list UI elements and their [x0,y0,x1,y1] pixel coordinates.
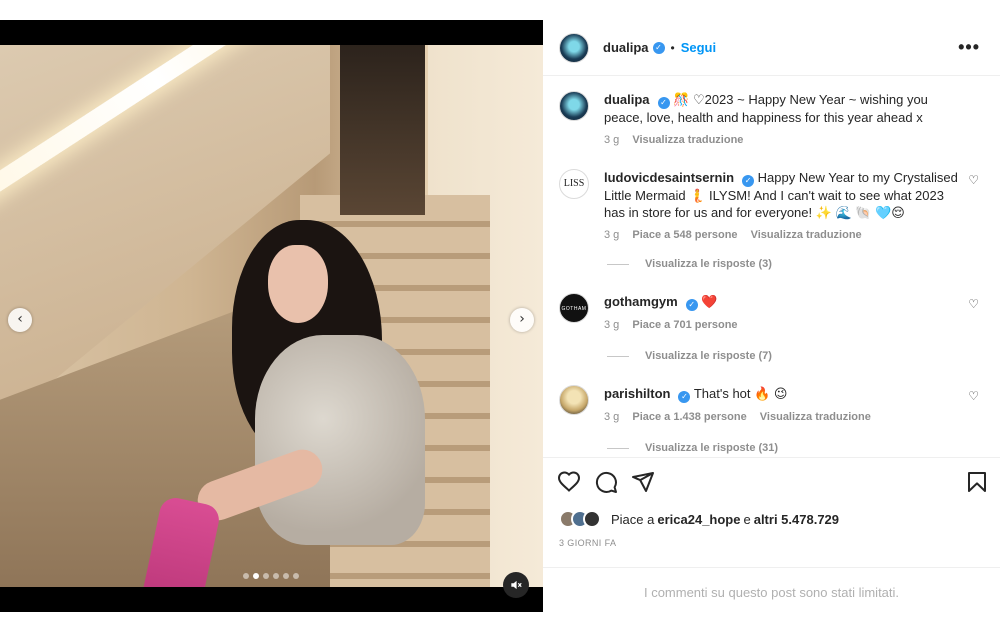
comment-body: parishilton ✓ That's hot 🔥 😉 [604,385,964,403]
comment-avatar[interactable]: LISS [559,169,589,199]
comments-list[interactable]: dualipa ✓ 🎊 ♡2023 ~ Happy New Year ~ wish… [543,77,1000,457]
comment-item: parishilton ✓ That's hot 🔥 😉 3 g Piace a … [559,385,979,423]
view-replies-link[interactable]: Visualizza le risposte (3) [607,258,772,270]
translate-link[interactable]: Visualizza traduzione [751,229,862,241]
post-header: dualipa ✓ • Segui ••• [543,20,1000,76]
chevron-left-icon[interactable]: ‹ [8,308,32,332]
comment-time: 3 g [604,229,620,241]
translate-link[interactable]: Visualizza traduzione [760,411,871,423]
caption-avatar[interactable] [559,91,589,121]
comment-username[interactable]: gothamgym [604,294,678,309]
share-icon[interactable] [631,470,655,494]
replies-line [607,355,629,357]
view-replies-link[interactable]: Visualizza le risposte (7) [607,350,772,362]
caption-body: dualipa ✓ 🎊 ♡2023 ~ Happy New Year ~ wish… [604,91,964,126]
comment-avatar[interactable] [559,385,589,415]
verified-badge-icon: ✓ [685,299,698,311]
comment-username[interactable]: parishilton [604,386,670,401]
post-photo [0,45,543,587]
carousel-dots [243,573,299,579]
view-replies-link[interactable]: Visualizza le risposte (31) [607,442,778,454]
photo-figure-face [268,245,328,323]
caption-text: 🎊 ♡2023 ~ Happy New Year ~ wishing you p… [604,92,928,125]
carousel-dot [293,573,299,579]
photo-doorway [340,45,425,215]
more-options-icon[interactable]: ••• [958,37,980,58]
view-replies-text: Visualizza le risposte (3) [645,258,772,270]
liked-by-username[interactable]: erica24_hope [657,512,740,527]
verified-badge-icon: ✓ [678,391,691,403]
comment-like-heart-icon[interactable]: ♡ [968,297,979,311]
replies-line [607,263,629,265]
muted-speaker-icon[interactable] [503,572,529,598]
bookmark-icon[interactable] [965,470,989,494]
verified-badge-icon: ✓ [652,41,665,54]
view-replies-text: Visualizza le risposte (31) [645,442,779,454]
carousel-dot [263,573,269,579]
comment-likes[interactable]: Piace a 548 persone [632,229,737,241]
comment-meta: 3 g Piace a 1.438 persone Visualizza tra… [604,411,979,423]
caption-time: 3 g [604,134,620,146]
comment-text: That's hot 🔥 😉 [693,386,788,401]
author-avatar[interactable] [559,32,589,63]
author-username[interactable]: dualipa [603,40,649,55]
likes-prefix: Piace a [611,511,655,527]
photo-figure-dress [255,335,425,545]
comment-body: ludovicdesaintsernin ✓ Happy New Year to … [604,169,964,221]
comment-avatar[interactable]: GOTHAM [559,293,589,323]
replies-line [607,447,629,449]
comment-item: GOTHAM gothamgym ✓ ❤️ 3 g Piace a 701 per… [559,293,979,331]
header-separator: • [670,40,675,55]
carousel-dot-active [253,573,259,579]
post-side-panel: dualipa ✓ • Segui ••• dualipa ✓ 🎊 ♡2023 ~… [543,20,1000,612]
verified-badge-icon: ✓ [742,175,755,187]
comment-text: ❤️ [701,294,718,309]
carousel-dot [283,573,289,579]
post-media[interactable]: ‹ › [0,20,543,612]
translate-link[interactable]: Visualizza traduzione [632,134,743,146]
caption: dualipa ✓ 🎊 ♡2023 ~ Happy New Year ~ wish… [559,91,979,146]
post-date[interactable]: 3 GIORNI FA [559,538,616,548]
comment-like-heart-icon[interactable]: ♡ [968,173,979,187]
likes-joiner: e [743,511,751,527]
comment-meta: 3 g Piace a 701 persone [604,319,979,331]
caption-username[interactable]: dualipa [604,92,650,107]
comment-like-heart-icon[interactable]: ♡ [968,389,979,403]
comment-likes[interactable]: Piace a 701 persone [632,319,737,331]
comment-icon[interactable] [594,470,618,494]
likes-count[interactable]: altri 5.478.729 [754,512,839,527]
comment-time: 3 g [604,411,620,423]
verified-badge-icon: ✓ [657,97,670,109]
likes-summary[interactable]: Piace a erica24_hope e altri 5.478.729 [559,510,842,528]
muted-speaker-glyph [511,580,522,590]
carousel-dot [273,573,279,579]
heart-icon[interactable] [557,470,581,494]
liker-avatar [583,510,601,528]
caption-meta: 3 g Visualizza traduzione [604,134,979,146]
chevron-right-icon[interactable]: › [510,308,534,332]
comment-username[interactable]: ludovicdesaintsernin [604,170,734,185]
liker-avatars [559,510,601,528]
comment-item: LISS ludovicdesaintsernin ✓ Happy New Yea… [559,169,979,241]
comment-time: 3 g [604,319,620,331]
view-replies-text: Visualizza le risposte (7) [645,350,772,362]
follow-button[interactable]: Segui [681,40,716,55]
carousel-dot [243,573,249,579]
comment-meta: 3 g Piace a 548 persone Visualizza tradu… [604,229,979,241]
comment-body: gothamgym ✓ ❤️ [604,293,964,311]
comments-limited-notice: I commenti su questo post sono stati lim… [543,567,1000,612]
comment-likes[interactable]: Piace a 1.438 persone [632,411,746,423]
